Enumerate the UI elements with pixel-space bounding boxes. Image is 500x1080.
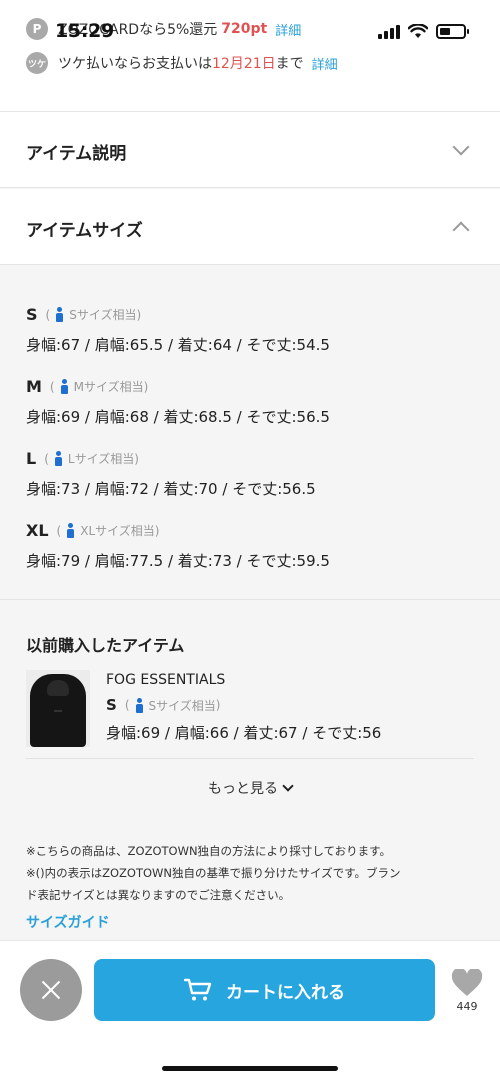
promo-header: P ZOZOCARDなら5%還元 720pt 詳細 ツケ ツケ払いならお支払いは… (0, 0, 500, 112)
signal-icon (378, 24, 400, 39)
note-text: ※こちらの商品は、ZOZOTOWN独自の方法により採寸しております。 (26, 844, 391, 858)
item-size-title: アイテムサイズ (26, 221, 143, 241)
show-more-button[interactable]: もっと見る (0, 778, 500, 798)
note-text: ド表記サイズとは異なりますのでご注意ください。 (26, 888, 291, 902)
close-icon[interactable] (20, 959, 82, 1021)
person-icon (67, 523, 75, 538)
size-name: S (26, 305, 38, 324)
size-equivalent: (Sサイズ相当) (124, 697, 221, 713)
points-icon: P (26, 18, 48, 40)
item-description-title: アイテム説明 (26, 144, 127, 164)
product-size: S (Sサイズ相当) (106, 696, 220, 714)
size-row: XL (XLサイズ相当) 身幅:79 / 肩幅:77.5 / 着丈:73 / そ… (26, 521, 330, 571)
size-equivalent: (Sサイズ相当) (45, 307, 142, 322)
size-measurements: 身幅:67 / 肩幅:65.5 / 着丈:64 / そで丈:54.5 (26, 336, 330, 354)
bottom-action-bar: カートに入れる 449 (0, 940, 500, 1080)
tsuke-text-after: まで (275, 56, 304, 72)
product-thumbnail[interactable] (26, 670, 90, 747)
size-row: L (Lサイズ相当) 身幅:73 / 肩幅:72 / 着丈:70 / そで丈:5… (26, 449, 316, 499)
chevron-up-icon (452, 218, 470, 236)
previous-purchase-section: 以前購入したアイテム FOG ESSENTIALS S (Sサイズ相当) 身幅:… (0, 601, 500, 816)
heart-icon (451, 969, 483, 996)
size-name: M (26, 377, 42, 396)
chevron-down-icon (282, 780, 294, 792)
points-value: 720pt (221, 21, 268, 37)
size-measurements: 身幅:73 / 肩幅:72 / 着丈:70 / そで丈:56.5 (26, 480, 316, 498)
tsuke-detail-link[interactable]: 詳細 (312, 54, 338, 73)
size-notes: ※こちらの商品は、ZOZOTOWN独自の方法により採寸しております。 ※()内の… (26, 840, 474, 906)
item-description-accordion[interactable]: アイテム説明 (0, 112, 500, 188)
size-equivalent: (XLサイズ相当) (56, 523, 160, 538)
product-brand[interactable]: FOG ESSENTIALS (106, 672, 225, 688)
divider (26, 758, 474, 759)
battery-icon (436, 24, 469, 39)
favorite-count: 449 (456, 1000, 478, 1013)
home-indicator (162, 1066, 338, 1071)
note-text: ※()内の表示はZOZOTOWN独自の基準で振り分けたサイズです。ブラン (26, 866, 401, 880)
tsuke-icon: ツケ (26, 52, 48, 74)
size-row: M (Mサイズ相当) 身幅:69 / 肩幅:68 / 着丈:68.5 / そで丈… (26, 377, 330, 427)
size-equivalent: (Lサイズ相当) (44, 451, 139, 466)
person-icon (60, 379, 69, 394)
favorite-button[interactable]: 449 (448, 969, 486, 1013)
wifi-icon (408, 24, 428, 38)
size-measurements: 身幅:69 / 肩幅:68 / 着丈:68.5 / そで丈:56.5 (26, 408, 330, 426)
tsuke-date: 12月21日 (212, 56, 276, 72)
size-list: S (Sサイズ相当) 身幅:67 / 肩幅:65.5 / 着丈:64 / そで丈… (0, 266, 500, 600)
person-icon (56, 307, 64, 322)
chevron-down-icon (452, 141, 470, 159)
item-size-accordion[interactable]: アイテムサイズ (0, 189, 500, 265)
size-name: XL (26, 521, 49, 540)
person-icon (54, 451, 63, 466)
size-row: S (Sサイズ相当) 身幅:67 / 肩幅:65.5 / 着丈:64 / そで丈… (26, 305, 330, 355)
previous-purchase-title: 以前購入したアイテム (26, 636, 185, 655)
size-equivalent: (Mサイズ相当) (49, 379, 149, 394)
cart-icon (184, 978, 212, 1001)
size-guide-link[interactable]: サイズガイド (26, 912, 110, 932)
tsuke-text-before: ツケ払いならお支払いは (58, 56, 212, 72)
add-to-cart-button[interactable]: カートに入れる (94, 959, 435, 1021)
add-to-cart-label: カートに入れる (226, 982, 345, 1003)
size-name: L (26, 449, 37, 468)
product-measurements: 身幅:69 / 肩幅:66 / 着丈:67 / そで丈:56 (106, 724, 382, 742)
person-icon (135, 697, 144, 713)
size-name: S (106, 696, 117, 714)
tsuke-promo: ツケ ツケ払いならお支払いは 12月21日 まで 詳細 (26, 52, 338, 74)
status-icons (378, 24, 469, 39)
status-time: 15:29 (55, 20, 114, 42)
size-measurements: 身幅:79 / 肩幅:77.5 / 着丈:73 / そで丈:59.5 (26, 552, 330, 570)
points-detail-link[interactable]: 詳細 (275, 20, 301, 39)
